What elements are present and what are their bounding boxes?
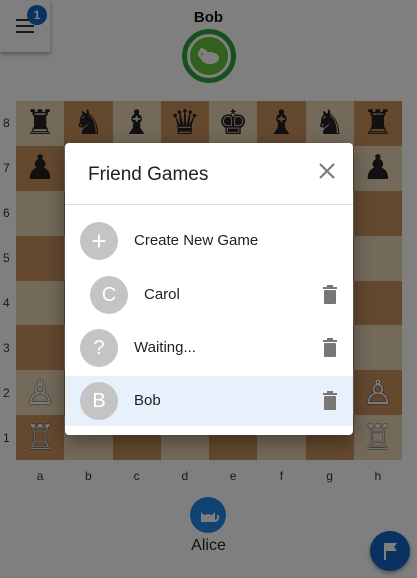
close-icon[interactable] — [316, 160, 338, 182]
game-item-bob[interactable]: B Bob — [65, 376, 353, 426]
list-item-label: Create New Game — [134, 232, 259, 249]
list-item-label: Bob — [134, 392, 161, 409]
plus-icon: + — [80, 222, 118, 260]
list-item-label: Waiting... — [134, 339, 196, 356]
avatar: B — [80, 382, 118, 420]
dialog-divider — [65, 204, 353, 205]
game-item-waiting[interactable]: ? Waiting... — [65, 323, 353, 373]
friend-games-dialog: Friend Games + Create New Game C Carol ?… — [65, 143, 353, 435]
game-item-carol[interactable]: C Carol — [65, 270, 353, 320]
trash-icon[interactable] — [321, 285, 339, 305]
trash-icon[interactable] — [321, 338, 339, 358]
trash-icon[interactable] — [321, 391, 339, 411]
create-new-game-item[interactable]: + Create New Game — [65, 216, 353, 266]
avatar: ? — [80, 329, 118, 367]
list-item-label: Carol — [144, 286, 180, 303]
avatar: C — [90, 276, 128, 314]
dialog-title: Friend Games — [88, 164, 209, 185]
